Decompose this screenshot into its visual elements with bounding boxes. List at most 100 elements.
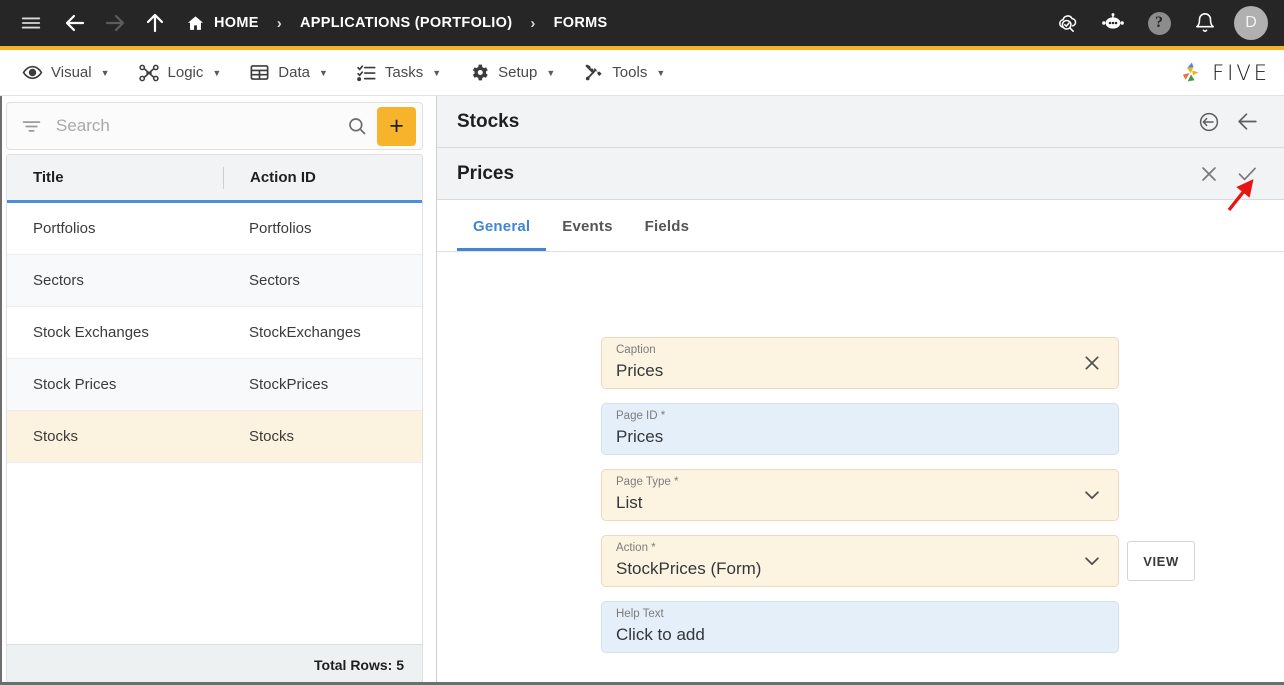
task-list-icon (356, 62, 377, 83)
home-icon[interactable] (186, 14, 205, 33)
table-row[interactable]: Stock Prices StockPrices (7, 359, 422, 411)
subpage-title: Prices (457, 162, 515, 184)
forms-grid: Title Action ID Portfolios Portfolios Se… (6, 154, 423, 685)
window-left-border (0, 96, 2, 685)
page-type-field-label: Page Type * (616, 476, 679, 489)
revert-circle-arrow-icon[interactable] (1190, 103, 1228, 141)
back-arrow-icon[interactable] (58, 6, 92, 40)
tab-fields[interactable]: Fields (629, 218, 706, 251)
chat-bot-icon[interactable] (1096, 6, 1130, 40)
action-field[interactable]: Action * StockPrices (Form) (601, 535, 1119, 587)
tools-icon (583, 62, 604, 83)
form-detail-panel: Stocks Prices General Events Fields Capt… (436, 96, 1284, 685)
breadcrumb-item-forms[interactable]: FORMS (554, 15, 608, 31)
search-input[interactable] (42, 116, 337, 136)
column-header-title[interactable]: Title (7, 155, 223, 200)
breadcrumb-item-applications[interactable]: APPLICATIONS (PORTFOLIO) (300, 15, 512, 31)
page-id-field[interactable]: Page ID * Prices (601, 403, 1119, 455)
logic-nodes-icon (138, 62, 160, 84)
help-icon[interactable]: ? (1142, 6, 1176, 40)
detail-tabs: General Events Fields (437, 200, 1284, 252)
menu-item-tools[interactable]: Tools ▼ (569, 50, 679, 96)
menu-label-data: Data (278, 64, 310, 81)
menu-label-setup: Setup (498, 64, 538, 81)
cell-title: Stocks (33, 428, 79, 445)
caption-field-value: Prices (616, 360, 664, 380)
menu-label-visual: Visual (51, 64, 92, 81)
cell-action-id: StockExchanges (249, 324, 361, 341)
action-field-label: Action * (616, 542, 656, 555)
workspace: + Title Action ID Portfolios Portfolios … (0, 96, 1284, 685)
menu-item-data[interactable]: Data ▼ (235, 50, 342, 96)
grid-header-row: Title Action ID (7, 155, 422, 203)
grid-footer: Total Rows: 5 (7, 644, 422, 684)
cell-title: Portfolios (33, 220, 96, 237)
help-text-field[interactable]: Help Text Click to add (601, 601, 1119, 653)
up-arrow-icon[interactable] (138, 6, 172, 40)
caption-field[interactable]: Caption Prices (601, 337, 1119, 389)
chevron-down-icon[interactable] (1078, 481, 1106, 509)
cell-title: Sectors (33, 272, 84, 289)
add-form-button[interactable]: + (377, 106, 416, 146)
total-rows-label: Total Rows: 5 (314, 656, 404, 673)
five-logo-text: FIVE (1212, 60, 1270, 85)
breadcrumb-separator-2: › (530, 14, 536, 32)
chevron-down-icon: ▼ (100, 67, 110, 78)
table-row[interactable]: Sectors Sectors (7, 255, 422, 307)
table-row-selected[interactable]: Stocks Stocks (7, 411, 422, 463)
detail-header: Stocks (437, 96, 1284, 148)
menu-item-visual[interactable]: Visual ▼ (8, 50, 124, 96)
cell-action-id: Stocks (249, 428, 295, 445)
cell-title: Stock Prices (33, 376, 117, 393)
action-field-value: StockPrices (Form) (616, 558, 762, 578)
clear-x-icon[interactable] (1078, 349, 1106, 377)
view-action-button[interactable]: VIEW (1127, 541, 1195, 581)
cloud-check-icon[interactable] (1050, 6, 1084, 40)
table-row[interactable]: Stock Exchanges StockExchanges (7, 307, 422, 359)
tab-events[interactable]: Events (546, 218, 628, 251)
help-text-field-label: Help Text (616, 608, 664, 621)
hamburger-menu-icon[interactable] (14, 6, 48, 40)
cell-action-id: Sectors (249, 272, 300, 289)
help-question-glyph: ? (1147, 11, 1171, 35)
breadcrumb-separator: › (276, 14, 282, 32)
breadcrumb: HOME › APPLICATIONS (PORTFOLIO) › FORMS (186, 14, 608, 33)
chevron-down-icon[interactable] (1078, 547, 1106, 575)
breadcrumb-item-home[interactable]: HOME (214, 15, 259, 31)
chevron-down-icon: ▼ (432, 67, 442, 78)
menu-item-setup[interactable]: Setup ▼ (455, 50, 569, 96)
column-header-action-id[interactable]: Action ID (223, 166, 422, 189)
menu-label-logic: Logic (167, 64, 204, 81)
table-grid-icon (249, 62, 270, 83)
chevron-down-icon: ▼ (212, 67, 222, 78)
user-avatar[interactable]: D (1234, 6, 1268, 40)
page-id-field-label: Page ID * (616, 410, 666, 423)
notification-bell-icon[interactable] (1188, 6, 1222, 40)
gear-icon (469, 62, 490, 83)
menu-label-tools: Tools (612, 64, 648, 81)
menu-item-logic[interactable]: Logic ▼ (124, 50, 236, 96)
close-x-icon[interactable] (1190, 155, 1228, 193)
table-row[interactable]: Portfolios Portfolios (7, 203, 422, 255)
five-logo-mark (1179, 60, 1205, 86)
menu-item-tasks[interactable]: Tasks ▼ (342, 50, 455, 96)
help-text-field-value: Click to add (616, 624, 705, 644)
search-bar: + (6, 102, 423, 150)
chevron-down-icon: ▼ (656, 67, 666, 78)
caption-field-label: Caption (616, 344, 656, 357)
confirm-check-icon[interactable] (1228, 155, 1266, 193)
page-id-field-value: Prices (616, 426, 664, 446)
five-logo: FIVE (1179, 60, 1270, 86)
cell-action-id: StockPrices (249, 376, 329, 393)
top-navigation-bar: HOME › APPLICATIONS (PORTFOLIO) › FORMS … (0, 0, 1284, 50)
detail-subheader: Prices (437, 148, 1284, 200)
search-icon[interactable] (337, 116, 377, 136)
eye-icon (22, 62, 43, 83)
page-type-field[interactable]: Page Type * List (601, 469, 1119, 521)
page-title: Stocks (457, 110, 520, 132)
detail-back-arrow-icon[interactable] (1228, 103, 1266, 141)
tab-general[interactable]: General (457, 218, 547, 251)
menu-label-tasks: Tasks (384, 64, 424, 81)
page-type-field-value: List (616, 492, 643, 512)
filter-icon[interactable] (21, 116, 42, 137)
